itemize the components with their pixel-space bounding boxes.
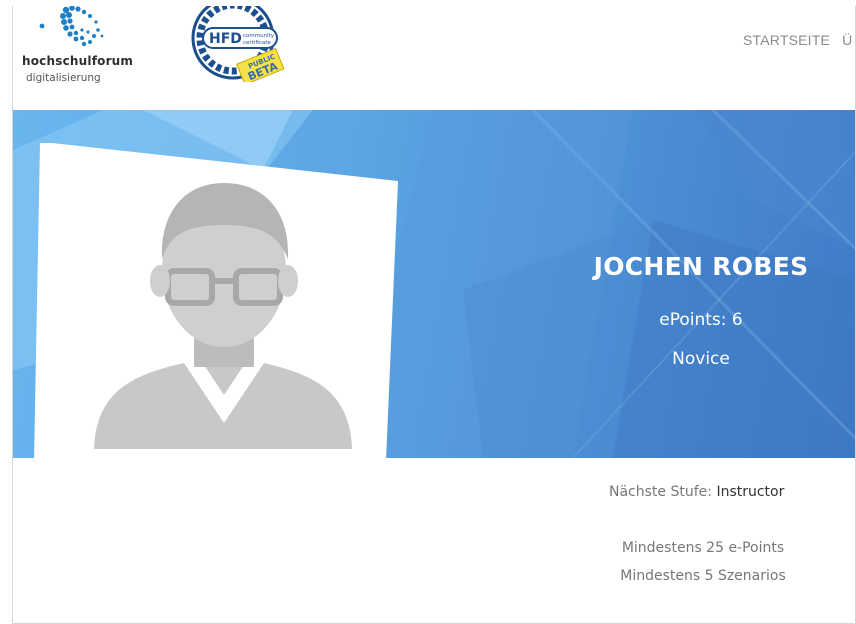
nav-item-truncated[interactable]: Ü bbox=[842, 32, 852, 48]
nav-item-startseite[interactable]: STARTSEITE bbox=[743, 32, 830, 48]
community-certificate-badge[interactable]: HFD community certificate PUBLIC BETA bbox=[181, 6, 285, 82]
hfd-logo[interactable]: hochschulforum digitalisierung bbox=[22, 6, 172, 106]
next-level-label: Nächste Stufe: bbox=[609, 484, 712, 500]
next-level-value: Instructor bbox=[716, 484, 785, 500]
profile-epoints: ePoints: 6 bbox=[659, 310, 743, 330]
profile-rank: Novice bbox=[672, 349, 730, 369]
profile-picture[interactable] bbox=[34, 131, 398, 461]
logo-subtitle: digitalisierung bbox=[26, 72, 101, 84]
next-level-line: Nächste Stufe: Instructor bbox=[609, 484, 784, 500]
badge-main-text: HFD bbox=[209, 31, 242, 47]
page-frame: hochschulforum digitalisierung HFD commu… bbox=[12, 6, 856, 624]
requirement-scenarios: Mindestens 5 Szenarios bbox=[620, 568, 786, 584]
logo-wordmark: hochschulforum bbox=[22, 54, 134, 68]
badge-sub-text-1: community bbox=[243, 33, 275, 39]
requirement-epoints: Mindestens 25 e-Points bbox=[621, 540, 785, 556]
badge-sub-text-2: certificate bbox=[243, 40, 271, 46]
profile-name: JOCHEN ROBES bbox=[593, 252, 809, 281]
site-header: hochschulforum digitalisierung HFD commu… bbox=[13, 6, 855, 110]
main-nav: STARTSEITE Ü bbox=[743, 32, 855, 48]
hfd-logo-mark-icon bbox=[39, 6, 104, 47]
